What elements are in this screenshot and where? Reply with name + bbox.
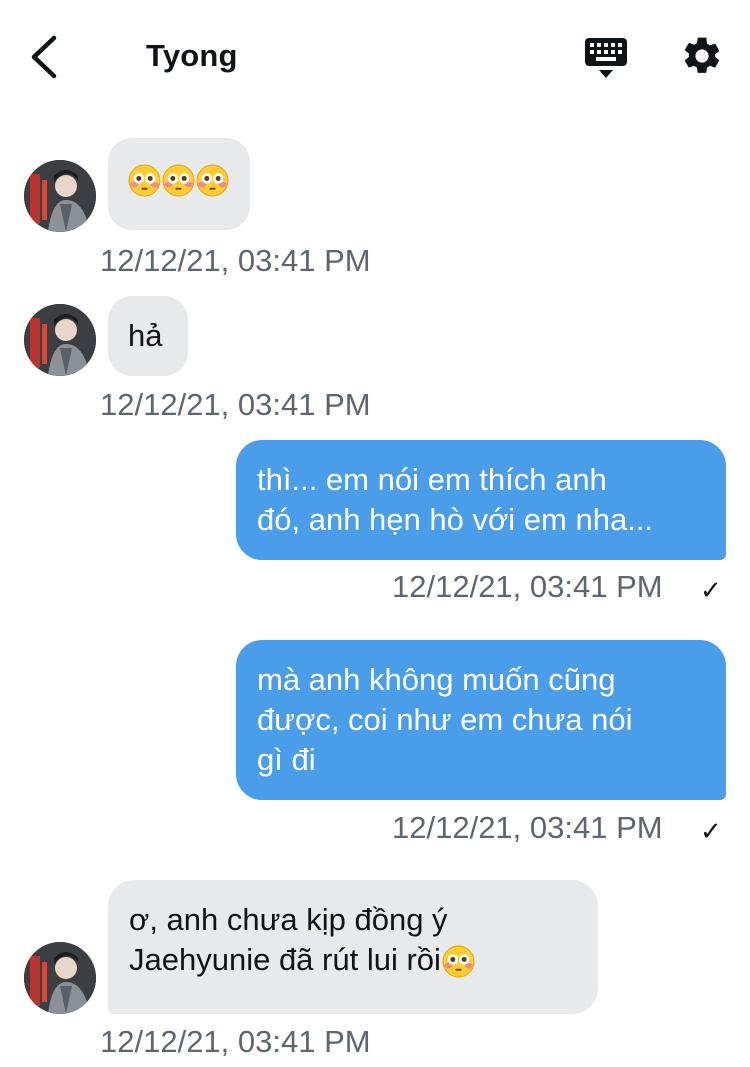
message-line: mà anh không muốn cũng [257, 662, 616, 697]
conversation-title[interactable]: Tyong [146, 38, 238, 74]
message-bubble-incoming[interactable]: ơ, anh chưa kịp đồng ý Jaehyunie đã rút … [108, 880, 598, 1014]
sender-avatar[interactable] [24, 942, 96, 1014]
message-line: thì... em nói em thích anh [257, 462, 607, 497]
keyboard-icon[interactable] [584, 36, 628, 80]
message-bubble-outgoing[interactable]: thì... em nói em thích anh đó, anh hẹn h… [236, 440, 726, 560]
conversation-header: Tyong [0, 0, 750, 115]
flushed-face-emoji [196, 164, 229, 197]
message-text: hả [128, 318, 163, 353]
sender-avatar[interactable] [24, 160, 96, 232]
avatar-photo [24, 160, 96, 232]
flushed-face-emoji [162, 164, 195, 197]
avatar-photo [24, 942, 96, 1014]
message-line: được, coi như em chưa nói [257, 702, 633, 737]
message-timestamp: 12/12/21, 03:41 PM [100, 243, 371, 278]
message-bubble-incoming[interactable] [108, 138, 250, 230]
back-arrow-icon[interactable] [26, 34, 66, 80]
sender-avatar[interactable] [24, 304, 96, 376]
avatar-photo [24, 304, 96, 376]
message-bubble-outgoing[interactable]: mà anh không muốn cũng được, coi như em … [236, 640, 726, 800]
message-line: ơ, anh chưa kịp đồng ý [129, 902, 448, 937]
message-line: đó, anh hẹn hò với em nha... [257, 502, 654, 537]
message-timestamp: 12/12/21, 03:41 PM [100, 387, 371, 422]
message-timestamp: 12/12/21, 03:41 PM [100, 1024, 371, 1059]
message-timestamp: 12/12/21, 03:41 PM [392, 810, 663, 845]
flushed-face-emoji [442, 945, 475, 978]
emoji-row [128, 164, 229, 197]
message-timestamp: 12/12/21, 03:41 PM [392, 569, 663, 604]
message-bubble-incoming[interactable]: hả [108, 296, 188, 376]
read-receipt-checkmark-icon: ✓ [700, 816, 722, 846]
message-line: gì đi [257, 742, 316, 777]
read-receipt-checkmark-icon: ✓ [700, 575, 722, 605]
message-line: Jaehyunie đã rút lui rồi [129, 940, 598, 980]
settings-gear-icon[interactable] [680, 34, 724, 78]
flushed-face-emoji [128, 164, 161, 197]
